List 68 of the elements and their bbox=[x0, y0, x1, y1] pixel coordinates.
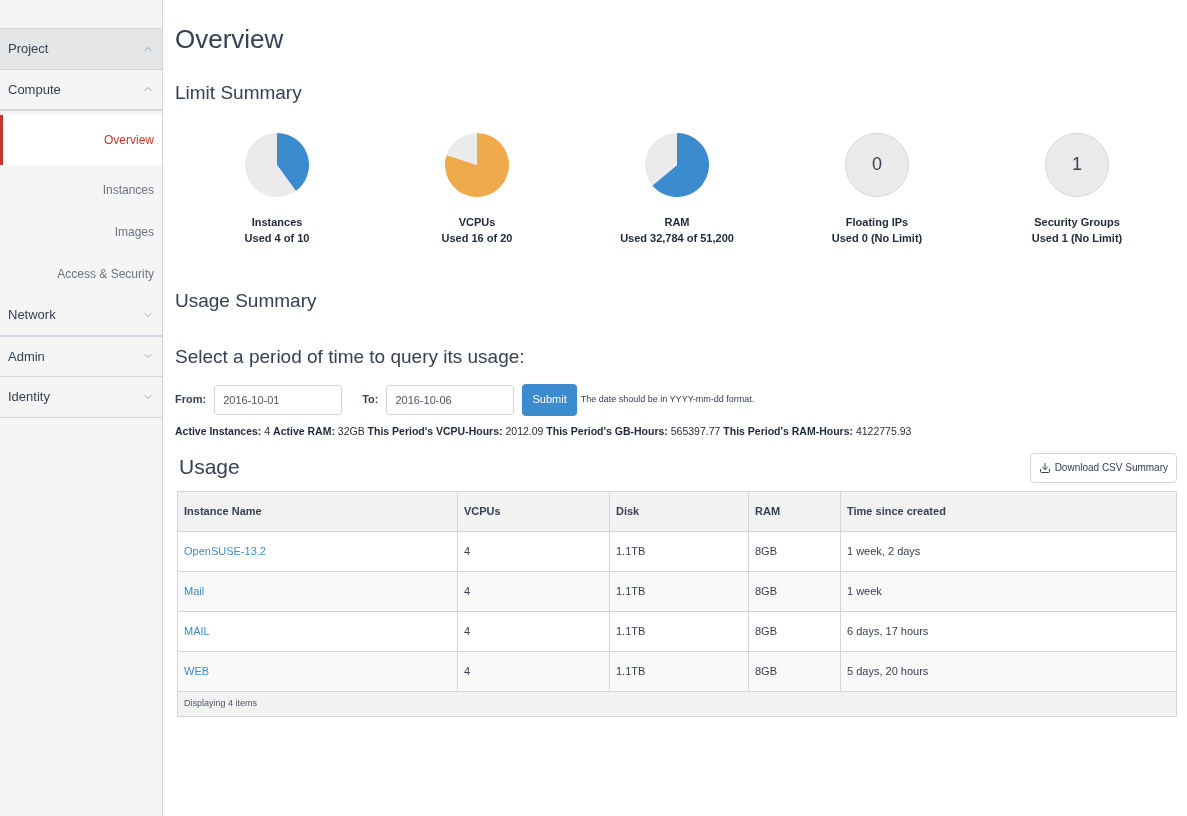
table-cell: 8GB bbox=[749, 531, 841, 571]
chart-usage: Used 0 (No Limit) bbox=[831, 231, 923, 246]
submit-button[interactable]: Submit bbox=[522, 383, 577, 416]
table-cell: 4 bbox=[458, 531, 610, 571]
pie-chart bbox=[644, 131, 710, 198]
section-title: Usage Summary bbox=[175, 288, 318, 313]
sidebar-section[interactable]: Network bbox=[0, 295, 162, 337]
chart-label: VCPUs bbox=[458, 214, 496, 230]
pie-slice bbox=[277, 132, 309, 191]
chart-usage: Used 16 of 20 bbox=[441, 231, 513, 246]
count-value: 0 bbox=[872, 153, 882, 176]
column-header: VCPUs bbox=[458, 491, 610, 531]
count-value: 1 bbox=[1072, 153, 1082, 176]
table-cell: 4 bbox=[458, 611, 610, 651]
instance-link[interactable]: WEB bbox=[178, 651, 458, 691]
pie-slice bbox=[645, 132, 677, 185]
date-hint: The date should be in YYYY-mm-dd format. bbox=[580, 392, 755, 406]
usage-title: Usage bbox=[179, 454, 240, 481]
table-cell: 1.1TB bbox=[610, 611, 749, 651]
instance-link[interactable]: MAIL bbox=[178, 611, 458, 651]
from-label: From: bbox=[175, 392, 207, 408]
pie-chart bbox=[244, 131, 310, 198]
chart-label: RAM bbox=[664, 214, 690, 230]
column-header: RAM bbox=[749, 491, 841, 531]
chart-label: Floating IPs bbox=[845, 214, 909, 230]
sidebar-section[interactable]: Identity bbox=[0, 377, 162, 417]
download-icon bbox=[1038, 461, 1051, 474]
table-cell-text: 5 days, 20 hours bbox=[846, 664, 930, 679]
table-cell-text: 6 days, 17 hours bbox=[846, 624, 930, 639]
table-cell: 4 bbox=[458, 571, 610, 611]
sidebar-item[interactable]: Overview bbox=[0, 115, 162, 165]
sidebar-section[interactable]: Project bbox=[0, 29, 162, 69]
table-cell: 8GB bbox=[749, 571, 841, 611]
sidebar-item[interactable]: Access & Security bbox=[0, 253, 162, 295]
table-cell: 4 bbox=[458, 651, 610, 691]
chart-label: Security Groups bbox=[1034, 214, 1120, 230]
sidebar-section[interactable]: Compute bbox=[0, 69, 162, 111]
usage-stats: Active Instances: 4 Active RAM: 32GB This Period's VCPU-Hours: 2012.09 This Period's GB-Hours: 565397.77 This Period's RAM-Hours: 4122775.93 bbox=[175, 423, 913, 439]
table-cell: 8GB bbox=[749, 611, 841, 651]
period-prompt: Select a period of time to query its usage: bbox=[175, 345, 526, 369]
pie-chart bbox=[444, 131, 510, 198]
pie-slice bbox=[245, 132, 296, 197]
from-date-field[interactable]: 2016-10-01 bbox=[214, 384, 343, 415]
column-header: Disk bbox=[610, 491, 749, 531]
chart-usage: Used 4 of 10 bbox=[244, 231, 310, 246]
table-cell-text: 1 week, 2 days bbox=[846, 544, 922, 559]
table-cell: 8GB bbox=[749, 651, 841, 691]
section-title: Limit Summary bbox=[175, 81, 303, 105]
column-header: Time since created bbox=[846, 504, 947, 519]
page-title: Overview bbox=[175, 23, 285, 56]
table-cell-text: 1 week bbox=[846, 584, 883, 599]
sidebar-section[interactable]: Admin bbox=[0, 336, 162, 376]
instance-link[interactable]: OpenSUSE-13.2 bbox=[178, 531, 458, 571]
chart-usage: Used 1 (No Limit) bbox=[1031, 231, 1123, 246]
sidebar-item[interactable]: Instances bbox=[0, 169, 162, 211]
table-cell: 1.1TB bbox=[610, 651, 749, 691]
column-header: Instance Name bbox=[178, 491, 458, 531]
to-label: To: bbox=[362, 392, 379, 408]
table-footer: Displaying 4 items bbox=[184, 697, 258, 711]
sidebar-item[interactable]: Images bbox=[0, 211, 162, 253]
pie-slice bbox=[652, 132, 709, 197]
table-cell: 1.1TB bbox=[610, 571, 749, 611]
to-date-field[interactable]: 2016-10-06 bbox=[386, 384, 515, 415]
chart-usage: Used 32,784 of 51,200 bbox=[620, 231, 734, 246]
chart-label: Instances bbox=[251, 214, 303, 230]
download-csv-button[interactable]: Download CSV Summary bbox=[1029, 452, 1177, 483]
table-cell: 1.1TB bbox=[610, 531, 749, 571]
instance-link[interactable]: Mail bbox=[178, 571, 458, 611]
